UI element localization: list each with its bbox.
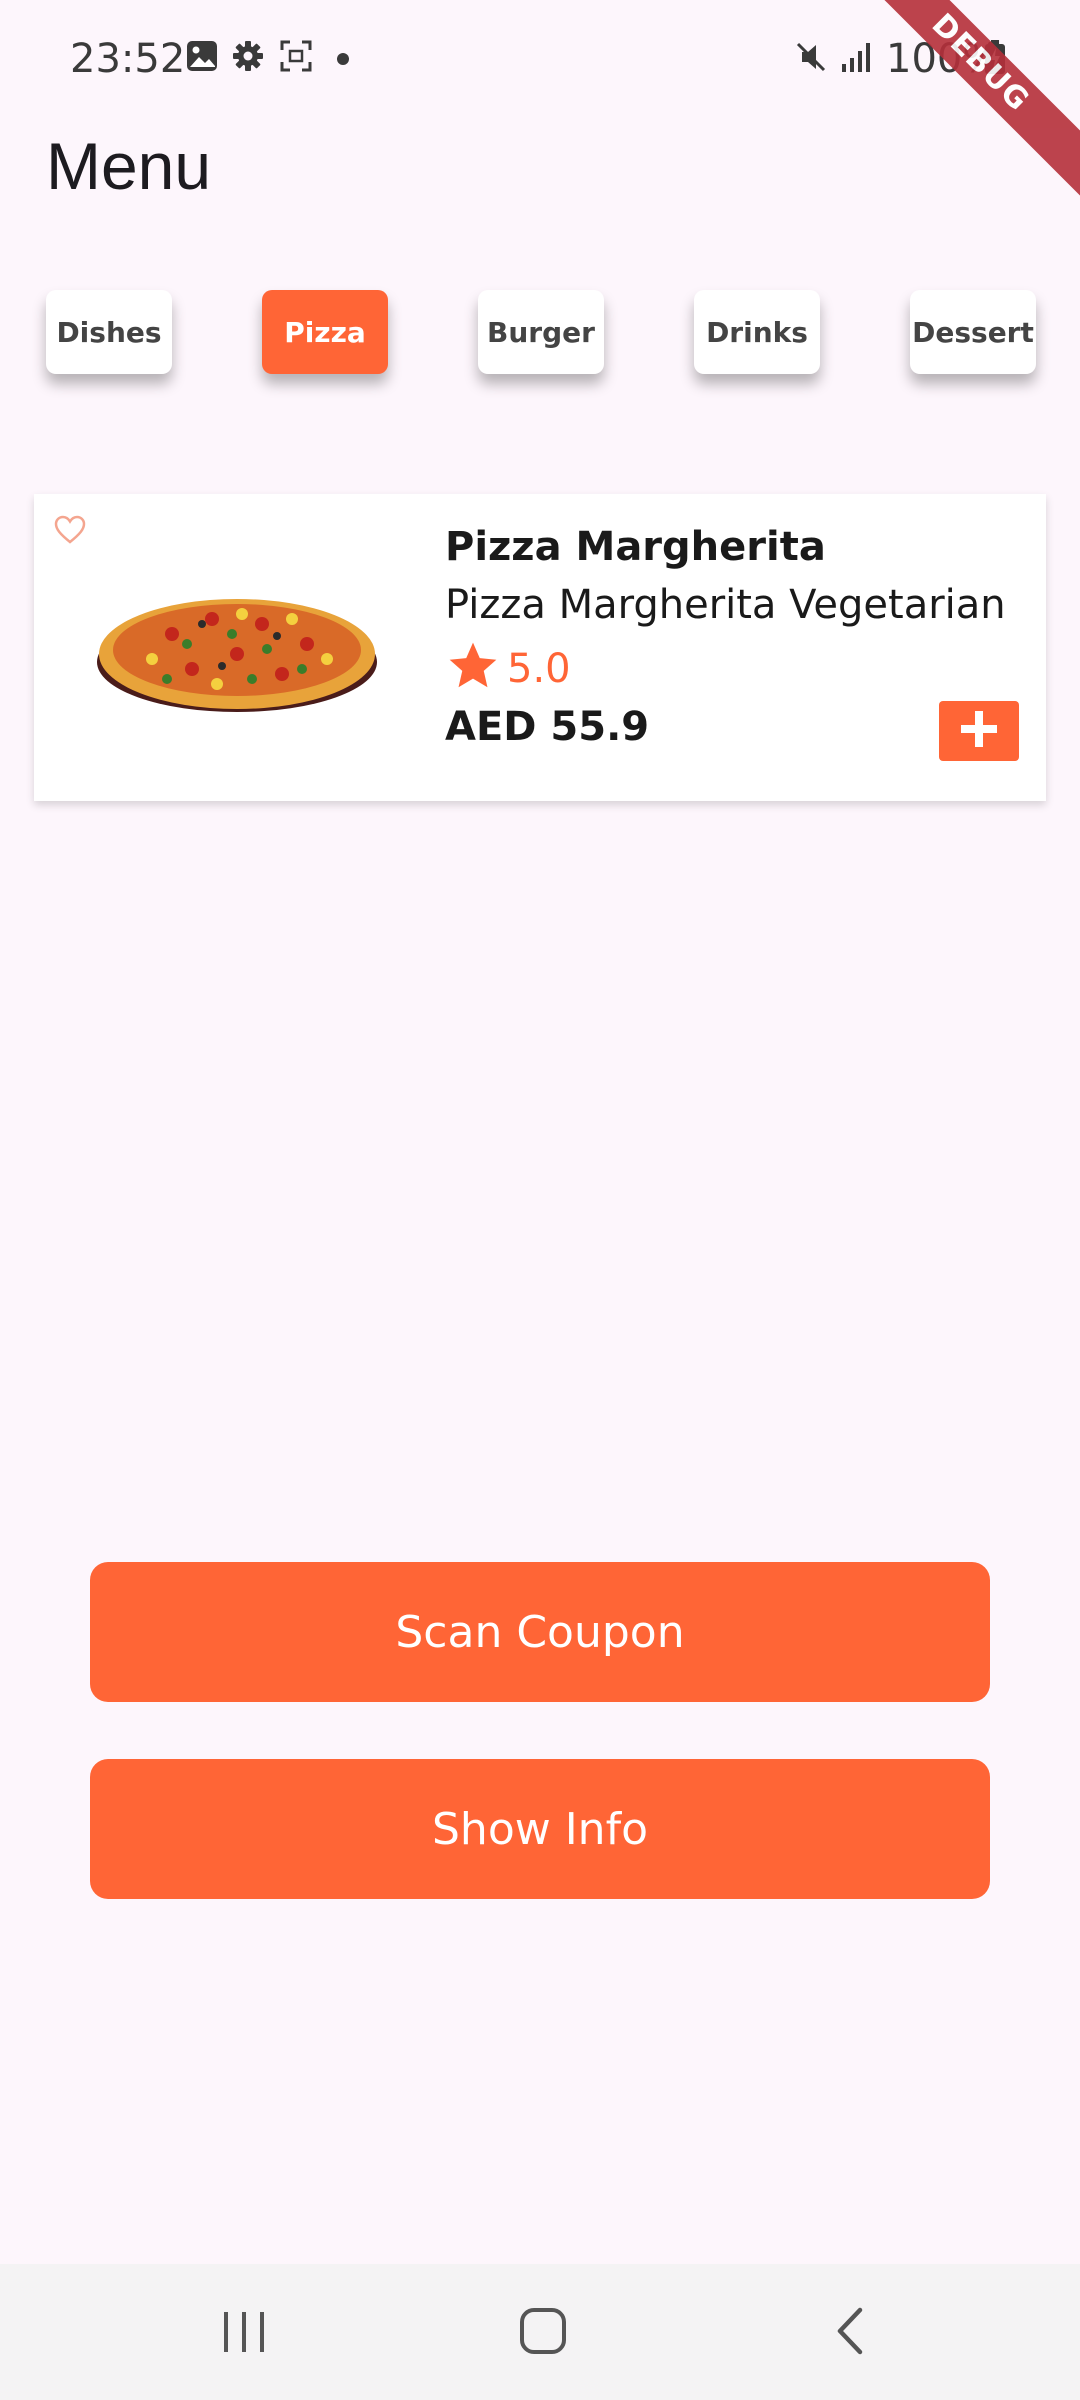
- add-to-cart-button[interactable]: [939, 701, 1019, 761]
- system-nav-bar: [0, 2264, 1080, 2400]
- back-icon[interactable]: [830, 2300, 870, 2365]
- category-dessert[interactable]: Dessert: [910, 290, 1036, 374]
- dot-icon: [336, 52, 350, 71]
- scan-coupon-button[interactable]: Scan Coupon: [90, 1562, 990, 1702]
- product-rating: 5.0: [445, 638, 571, 699]
- product-description: Pizza Margherita Vegetarian: [445, 582, 1006, 628]
- plus-icon: [957, 707, 1001, 756]
- mute-icon: [794, 40, 828, 79]
- heart-outline-icon[interactable]: [54, 514, 86, 546]
- status-time: 23:52: [70, 36, 186, 82]
- product-card[interactable]: Pizza Margherita Pizza Margherita Vegeta…: [34, 494, 1046, 801]
- category-drinks[interactable]: Drinks: [694, 290, 820, 374]
- gear-icon: [232, 40, 264, 77]
- image-icon: [186, 40, 218, 77]
- screenshot-icon: [280, 40, 312, 77]
- category-pizza[interactable]: Pizza: [262, 290, 388, 374]
- star-icon: [445, 638, 501, 699]
- signal-icon: [840, 40, 874, 79]
- rating-value: 5.0: [507, 645, 571, 692]
- pizza-image: [92, 574, 382, 719]
- product-price: AED 55.9: [445, 704, 650, 750]
- home-icon[interactable]: [518, 2300, 570, 2365]
- category-dishes[interactable]: Dishes: [46, 290, 172, 374]
- recent-apps-icon[interactable]: [222, 2300, 266, 2365]
- show-info-button[interactable]: Show Info: [90, 1759, 990, 1899]
- product-name: Pizza Margherita: [445, 524, 826, 570]
- category-burger[interactable]: Burger: [478, 290, 604, 374]
- page-title: Menu: [46, 129, 212, 203]
